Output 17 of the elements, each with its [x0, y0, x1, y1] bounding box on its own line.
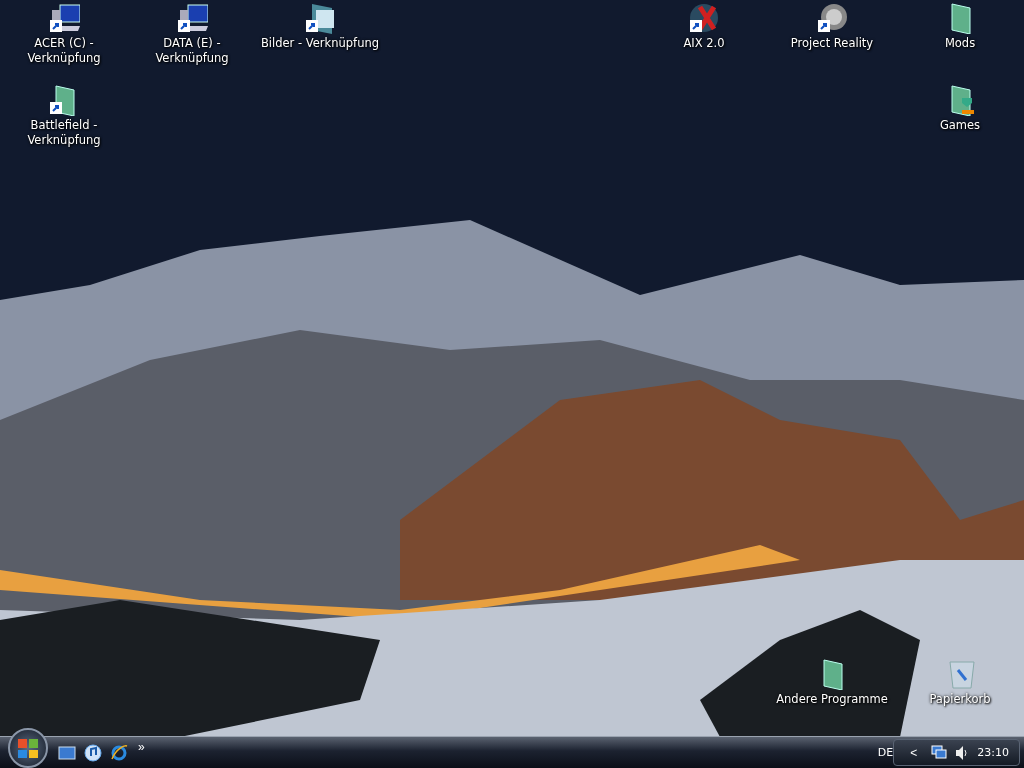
- clock[interactable]: 23:10: [977, 746, 1009, 759]
- desktop-icon-label[interactable]: DATA (E) - Verknüpfung: [155, 36, 229, 66]
- windows-logo-icon: [17, 736, 39, 759]
- volume-icon[interactable]: [955, 744, 970, 761]
- desktop-icon-label[interactable]: ACER (C) - Verknüpfung: [27, 36, 101, 66]
- desktop-icon-label[interactable]: Games: [939, 118, 981, 133]
- language-indicator[interactable]: DE: [877, 746, 894, 759]
- desktop-icon-label[interactable]: Bilder - Verknüpfung: [260, 36, 380, 51]
- desktop-icon-label[interactable]: Project Reality: [790, 36, 874, 51]
- desktop-icon-label[interactable]: Andere Programme: [776, 692, 888, 707]
- desktop-icon-label[interactable]: AIX 2.0: [683, 36, 725, 51]
- desktop-icon-label[interactable]: Mods: [944, 36, 976, 51]
- network-icon[interactable]: [931, 744, 948, 761]
- more-toolbar-button[interactable]: »: [132, 739, 151, 754]
- desktop-icon-label[interactable]: Battlefield - Verknüpfung: [27, 118, 101, 148]
- music-player-icon[interactable]: [82, 741, 104, 764]
- show-hidden-icons-button[interactable]: <: [904, 745, 924, 760]
